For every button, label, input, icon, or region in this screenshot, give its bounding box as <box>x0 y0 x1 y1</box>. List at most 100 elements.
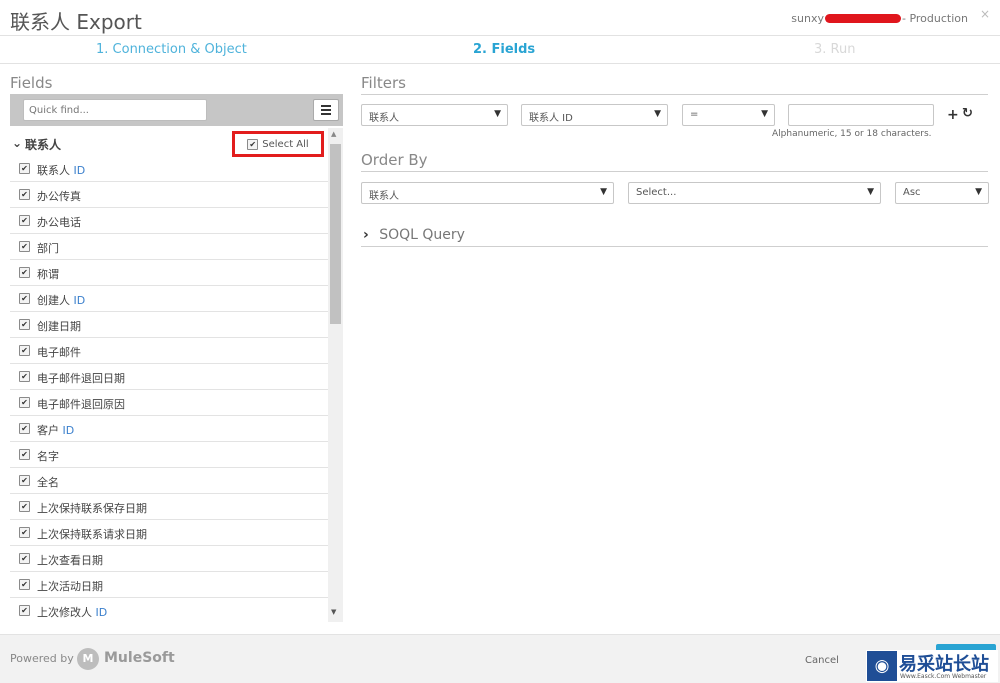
field-checkbox[interactable]: ✔ <box>19 553 30 564</box>
field-row[interactable]: ✔ 客户 ID <box>10 416 328 442</box>
field-checkbox[interactable]: ✔ <box>19 345 30 356</box>
field-row[interactable]: ✔ 创建日期 <box>10 312 328 338</box>
field-row[interactable]: ✔ 上次查看日期 <box>10 546 328 572</box>
field-checkbox[interactable]: ✔ <box>19 267 30 278</box>
filter-operator-select[interactable]: = ▼ <box>682 104 775 126</box>
scroll-up-icon[interactable]: ▲ <box>331 130 336 138</box>
order-by-title: Order By <box>361 151 428 169</box>
mulesoft-brand: MuleSoft <box>104 650 175 666</box>
field-rows: ✔ 联系人 ID ✔ 办公传真 ✔ 办公电话 ✔ 部门 ✔ 称谓 ✔ 创建人 ID ✔ 创建日期 ✔ 电子邮件… <box>10 156 328 622</box>
field-label: 电子邮件退回原因 <box>37 396 125 412</box>
field-row[interactable]: ✔ 电子邮件退回原因 <box>10 390 328 416</box>
field-label-text: 电子邮件退回原因 <box>37 398 125 411</box>
filters-divider <box>361 94 988 95</box>
order-object-select[interactable]: 联系人 ▼ <box>361 182 614 204</box>
add-filter-icon[interactable]: + <box>947 107 959 123</box>
field-label-text: 电子邮件退回日期 <box>37 372 125 385</box>
filter-value-input[interactable] <box>788 104 934 126</box>
field-checkbox[interactable]: ✔ <box>19 475 30 486</box>
field-checkbox[interactable]: ✔ <box>19 293 30 304</box>
select-all-toggle[interactable]: ✔ Select All <box>232 131 324 157</box>
group-header[interactable]: ⌄ 联系人 ✔ Select All <box>10 131 328 157</box>
field-row[interactable]: ✔ 上次保持联系请求日期 <box>10 520 328 546</box>
field-label-text: 全名 <box>37 476 59 489</box>
field-checkbox[interactable]: ✔ <box>19 319 30 330</box>
field-row[interactable]: ✔ 部门 <box>10 234 328 260</box>
quick-find-input[interactable] <box>23 99 207 121</box>
caret-down-icon: ▼ <box>494 109 501 119</box>
soql-query-toggle[interactable]: › SOQL Query <box>363 227 465 243</box>
order-direction-select[interactable]: Asc ▼ <box>895 182 989 204</box>
field-label: 电子邮件退回日期 <box>37 370 125 386</box>
fields-scrollbar[interactable]: ▲ ▼ <box>328 128 343 622</box>
filter-object-value: 联系人 <box>369 113 399 124</box>
field-label-suffix: ID <box>95 606 108 619</box>
field-label: 称谓 <box>37 266 59 282</box>
redacted-username <box>825 14 901 23</box>
field-checkbox[interactable]: ✔ <box>19 605 30 616</box>
close-icon[interactable]: × <box>980 7 990 21</box>
field-checkbox[interactable]: ✔ <box>19 397 30 408</box>
field-label-text: 客户 <box>37 424 59 437</box>
refresh-icon[interactable]: ↻ <box>962 106 973 121</box>
environment-label: - Production <box>902 12 968 25</box>
filter-object-select[interactable]: 联系人 ▼ <box>361 104 508 126</box>
field-checkbox[interactable]: ✔ <box>19 501 30 512</box>
step-fields[interactable]: 2. Fields <box>473 42 535 57</box>
field-checkbox[interactable]: ✔ <box>19 371 30 382</box>
soql-query-label: SOQL Query <box>379 227 465 243</box>
field-row[interactable]: ✔ 上次保持联系保存日期 <box>10 494 328 520</box>
field-label-text: 名字 <box>37 450 59 463</box>
chevron-down-icon[interactable]: ⌄ <box>12 136 22 150</box>
field-checkbox[interactable]: ✔ <box>19 423 30 434</box>
field-row[interactable]: ✔ 联系人 ID <box>10 156 328 182</box>
order-field-select[interactable]: Select... ▼ <box>628 182 881 204</box>
field-row[interactable]: ✔ 上次活动日期 <box>10 572 328 598</box>
field-row[interactable]: ✔ 全名 <box>10 468 328 494</box>
field-label-text: 电子邮件 <box>37 346 81 359</box>
scroll-down-icon[interactable]: ▼ <box>331 608 336 616</box>
field-label-suffix: ID <box>62 424 75 437</box>
field-checkbox[interactable]: ✔ <box>19 241 30 252</box>
filter-field-select[interactable]: 联系人 ID ▼ <box>521 104 668 126</box>
field-row[interactable]: ✔ 电子邮件退回日期 <box>10 364 328 390</box>
field-checkbox[interactable]: ✔ <box>19 163 30 174</box>
field-row[interactable]: ✔ 上次修改人 ID <box>10 598 328 622</box>
field-row[interactable]: ✔ 创建人 ID <box>10 286 328 312</box>
field-row[interactable]: ✔ 办公电话 <box>10 208 328 234</box>
field-checkbox[interactable]: ✔ <box>19 215 30 226</box>
order-direction-value: Asc <box>903 187 921 198</box>
filter-field-value: 联系人 ID <box>529 113 573 124</box>
field-label: 客户 ID <box>37 422 74 438</box>
filter-hint: Alphanumeric, 15 or 18 characters. <box>772 129 932 139</box>
field-label-text: 上次查看日期 <box>37 554 103 567</box>
caret-down-icon: ▼ <box>867 187 874 197</box>
field-label: 创建人 ID <box>37 292 85 308</box>
field-checkbox[interactable]: ✔ <box>19 189 30 200</box>
order-by-divider <box>361 171 988 172</box>
field-label-text: 上次修改人 <box>37 606 92 619</box>
group-name: 联系人 <box>25 138 62 152</box>
cancel-button[interactable]: Cancel <box>805 655 839 666</box>
field-label-text: 上次活动日期 <box>37 580 103 593</box>
field-checkbox[interactable]: ✔ <box>19 449 30 460</box>
caret-down-icon: ▼ <box>600 187 607 197</box>
field-row[interactable]: ✔ 名字 <box>10 442 328 468</box>
list-menu-button[interactable] <box>313 99 339 121</box>
field-row[interactable]: ✔ 电子邮件 <box>10 338 328 364</box>
filters-title: Filters <box>361 74 406 92</box>
step-connection-object[interactable]: 1. Connection & Object <box>96 42 247 57</box>
header-divider <box>0 35 1000 36</box>
field-label: 办公传真 <box>37 188 81 204</box>
field-row[interactable]: ✔ 称谓 <box>10 260 328 286</box>
field-checkbox[interactable]: ✔ <box>19 579 30 590</box>
field-label-text: 创建日期 <box>37 320 81 333</box>
select-all-checkbox[interactable]: ✔ <box>247 138 259 150</box>
field-checkbox[interactable]: ✔ <box>19 527 30 538</box>
soql-divider <box>361 246 988 247</box>
field-row[interactable]: ✔ 办公传真 <box>10 182 328 208</box>
field-label-suffix: ID <box>73 294 86 307</box>
caret-down-icon: ▼ <box>761 109 768 119</box>
step-run: 3. Run <box>814 42 856 57</box>
scroll-thumb[interactable] <box>330 144 341 324</box>
